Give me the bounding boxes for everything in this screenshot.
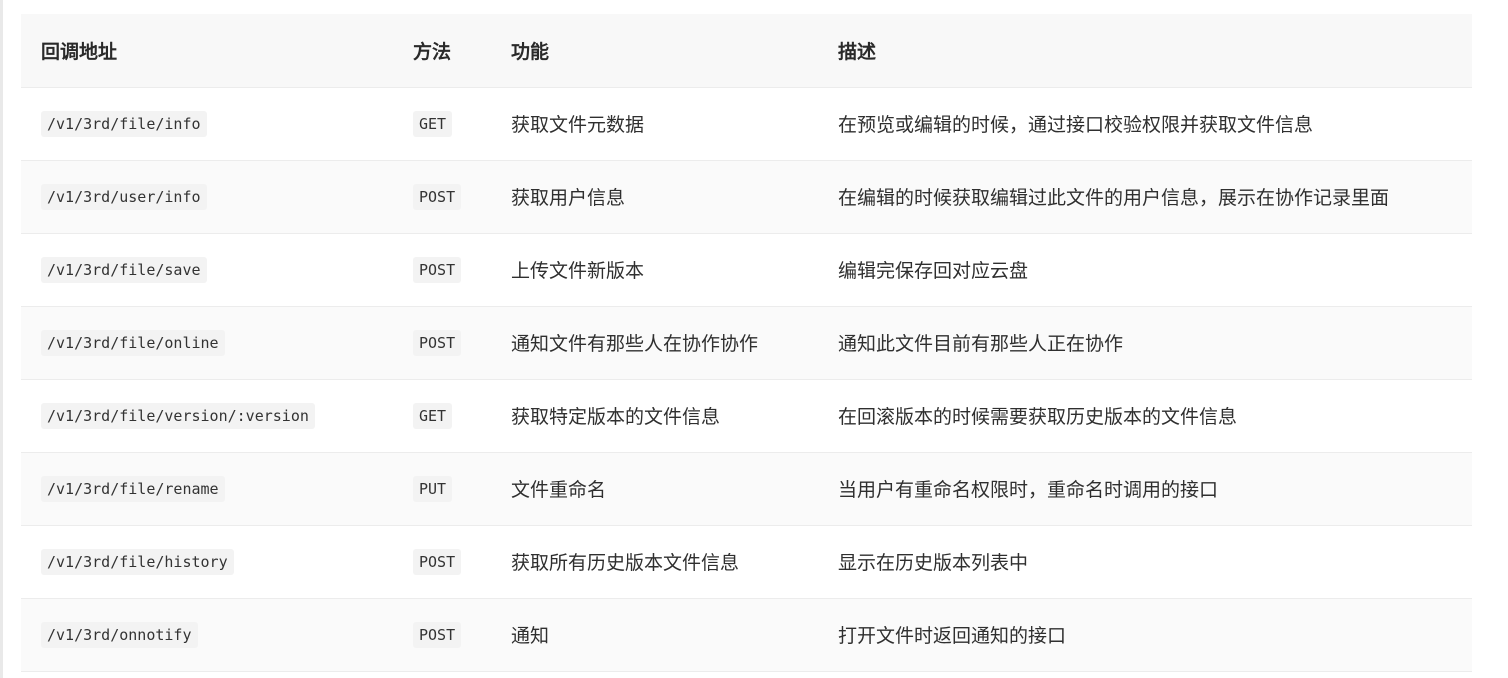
header-url: 回调地址	[21, 14, 413, 88]
description-cell: 在预览或编辑的时候，通过接口校验权限并获取文件信息	[838, 114, 1314, 136]
method-code: POST	[413, 621, 462, 648]
method-cell: POST	[413, 525, 511, 598]
method-code: POST	[413, 183, 462, 210]
method-code: POST	[413, 256, 462, 283]
url-code: /v1/3rd/file/version/:version	[41, 402, 315, 429]
url-code: /v1/3rd/file/save	[41, 256, 207, 283]
left-border	[0, 0, 3, 678]
description-cell: 编辑完保存回对应云盘	[838, 260, 1029, 282]
table-row: /v1/3rd/onnotify POST 通知 打开文件时返回通知的接口	[21, 598, 1472, 671]
method-code: PUT	[413, 475, 453, 502]
description-cell: 通知此文件目前有那些人正在协作	[838, 333, 1124, 355]
function-cell: 获取所有历史版本文件信息	[511, 552, 740, 574]
header-function: 功能	[511, 14, 838, 88]
table-row: /v1/3rd/user/info POST 获取用户信息 在编辑的时候获取编辑…	[21, 160, 1472, 233]
document-page: 回调地址 方法 功能 描述 /v1/3rd/file/info GET 获取文件…	[0, 0, 1508, 678]
function-cell: 获取用户信息	[511, 187, 626, 209]
method-cell: PUT	[413, 452, 511, 525]
url-cell: /v1/3rd/file/save	[21, 233, 413, 306]
method-cell: POST	[413, 160, 511, 233]
table-row: /v1/3rd/file/rename PUT 文件重命名 当用户有重命名权限时…	[21, 452, 1472, 525]
description-cell: 显示在历史版本列表中	[838, 552, 1029, 574]
table-header-row: 回调地址 方法 功能 描述	[21, 14, 1472, 88]
table-row: /v1/3rd/file/info GET 获取文件元数据 在预览或编辑的时候，…	[21, 87, 1472, 160]
url-cell: /v1/3rd/file/history	[21, 525, 413, 598]
description-cell: 当用户有重命名权限时，重命名时调用的接口	[838, 479, 1219, 501]
url-code: /v1/3rd/file/online	[41, 329, 225, 356]
url-cell: /v1/3rd/file/version/:version	[21, 379, 413, 452]
header-method: 方法	[413, 14, 511, 88]
function-cell: 获取文件元数据	[511, 114, 645, 136]
method-cell: GET	[413, 379, 511, 452]
url-code: /v1/3rd/file/info	[41, 110, 207, 137]
table-row: /v1/3rd/file/online POST 通知文件有那些人在协作协作 通…	[21, 306, 1472, 379]
method-code: POST	[413, 329, 462, 356]
header-description: 描述	[838, 14, 1472, 88]
function-cell: 通知	[511, 625, 550, 647]
description-cell: 打开文件时返回通知的接口	[838, 625, 1067, 647]
url-cell: /v1/3rd/file/rename	[21, 452, 413, 525]
url-cell: /v1/3rd/file/info	[21, 87, 413, 160]
function-cell: 获取特定版本的文件信息	[511, 406, 721, 428]
method-cell: POST	[413, 306, 511, 379]
callback-api-table: 回调地址 方法 功能 描述 /v1/3rd/file/info GET 获取文件…	[21, 14, 1472, 672]
table-row: /v1/3rd/file/history POST 获取所有历史版本文件信息 显…	[21, 525, 1472, 598]
function-cell: 通知文件有那些人在协作协作	[511, 333, 759, 355]
description-cell: 在回滚版本的时候需要获取历史版本的文件信息	[838, 406, 1238, 428]
url-code: /v1/3rd/onnotify	[41, 621, 198, 648]
method-code: GET	[413, 402, 453, 429]
table-row: /v1/3rd/file/save POST 上传文件新版本 编辑完保存回对应云…	[21, 233, 1472, 306]
url-cell: /v1/3rd/user/info	[21, 160, 413, 233]
method-code: GET	[413, 110, 453, 137]
method-cell: GET	[413, 87, 511, 160]
method-cell: POST	[413, 233, 511, 306]
table-row: /v1/3rd/file/version/:version GET 获取特定版本…	[21, 379, 1472, 452]
url-cell: /v1/3rd/file/online	[21, 306, 413, 379]
url-cell: /v1/3rd/onnotify	[21, 598, 413, 671]
function-cell: 文件重命名	[511, 479, 607, 501]
method-code: POST	[413, 548, 462, 575]
url-code: /v1/3rd/file/rename	[41, 475, 225, 502]
description-cell: 在编辑的时候获取编辑过此文件的用户信息，展示在协作记录里面	[838, 187, 1390, 209]
url-code: /v1/3rd/file/history	[41, 548, 234, 575]
method-cell: POST	[413, 598, 511, 671]
url-code: /v1/3rd/user/info	[41, 183, 207, 210]
function-cell: 上传文件新版本	[511, 260, 645, 282]
